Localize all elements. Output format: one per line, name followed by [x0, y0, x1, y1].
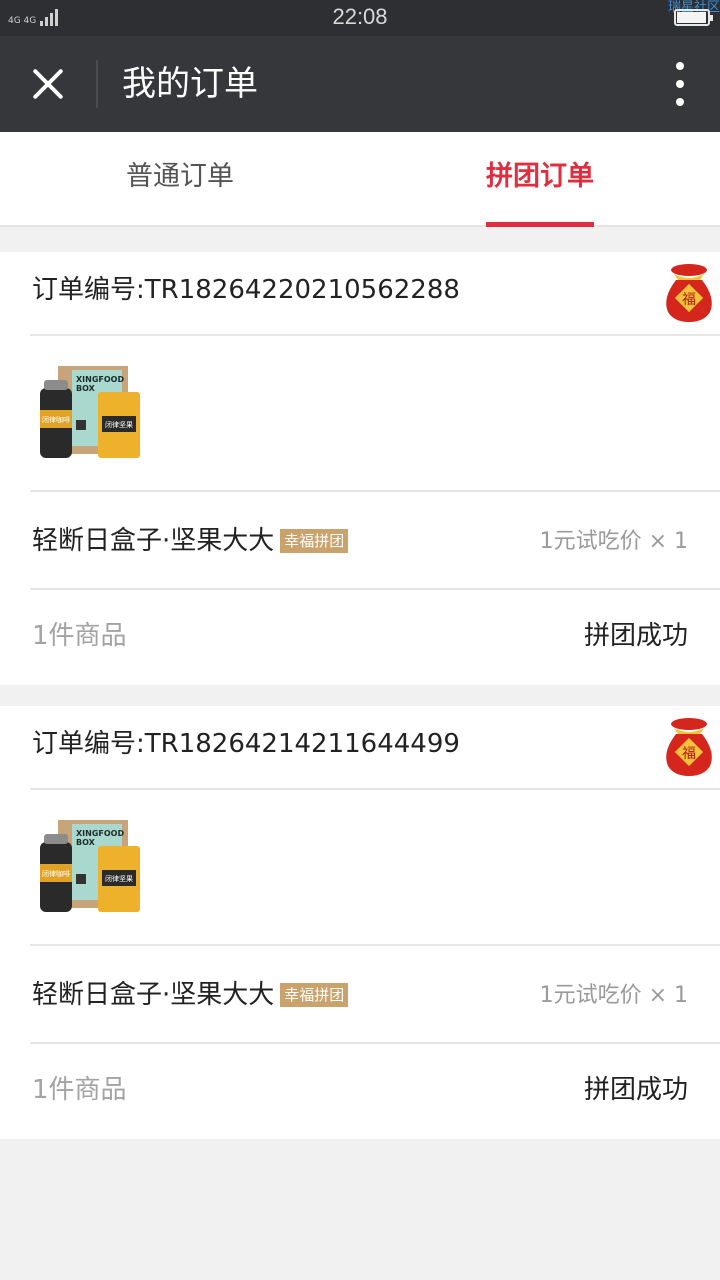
item-count: 1件商品 — [32, 621, 127, 651]
order-status: 拼团成功 — [583, 1075, 688, 1105]
product-name: 轻断日盒子·坚果大大 — [32, 526, 275, 556]
product-image[interactable]: XINGFOOD BOX 闭律咖啡 闭律坚果 — [36, 814, 152, 918]
order-number: TR18264214211644499 — [144, 729, 460, 759]
bottle-label: 闭律咖啡 — [42, 415, 70, 424]
order-tabs: 普通订单 拼团订单 — [0, 132, 720, 227]
order-header: 订单编号:TR18264214211644499 福 — [30, 706, 720, 790]
order-number-label: 订单编号: — [32, 729, 145, 759]
product-row[interactable]: 轻断日盒子·坚果大大 幸福拼团 1元试吃价 × 1 — [30, 492, 720, 590]
group-buy-tag: 幸福拼团 — [280, 529, 349, 553]
product-name: 轻断日盒子·坚果大大 — [32, 980, 275, 1010]
order-summary: 1件商品 拼团成功 — [30, 590, 720, 685]
box-brand-text: XINGFOOD — [76, 375, 124, 384]
tab-group-orders[interactable]: 拼团订单 — [360, 132, 720, 227]
battery-icon — [674, 9, 713, 26]
lucky-bag-icon: 福 — [666, 718, 712, 776]
product-image[interactable]: XINGFOOD BOX 闭律咖啡 闭律坚果 — [36, 360, 152, 464]
product-image-row: XINGFOOD BOX 闭律咖啡 闭律坚果 — [30, 790, 720, 946]
close-icon[interactable] — [22, 58, 74, 110]
svg-text:福: 福 — [682, 746, 696, 762]
product-name-wrap: 轻断日盒子·坚果大大 幸福拼团 — [32, 521, 349, 561]
product-price: 1元试吃价 × 1 — [539, 983, 688, 1008]
order-number-label: 订单编号: — [32, 275, 145, 305]
nav-divider — [96, 60, 98, 108]
lucky-bag-icon: 福 — [666, 264, 712, 322]
order-card[interactable]: 订单编号:TR18264220210562288 福 XINGFOOD BOX … — [0, 252, 720, 685]
group-buy-tag: 幸福拼团 — [280, 983, 349, 1007]
box-brand-text-2: BOX — [76, 838, 96, 847]
item-count: 1件商品 — [32, 1075, 127, 1105]
battery-level — [677, 12, 706, 23]
tab-group-orders-label: 拼团订单 — [486, 161, 594, 192]
more-icon[interactable] — [668, 62, 692, 106]
clock: 22:08 — [332, 4, 388, 29]
product-image-row: XINGFOOD BOX 闭律咖啡 闭律坚果 — [30, 336, 720, 492]
box-brand-text: XINGFOOD — [76, 829, 124, 838]
order-summary: 1件商品 拼团成功 — [30, 1044, 720, 1139]
active-tab-indicator — [486, 222, 594, 227]
svg-text:福: 福 — [682, 292, 696, 308]
product-row[interactable]: 轻断日盒子·坚果大大 幸福拼团 1元试吃价 × 1 — [30, 946, 720, 1044]
order-status: 拼团成功 — [583, 621, 688, 651]
tab-normal-orders[interactable]: 普通订单 — [0, 132, 360, 227]
order-card[interactable]: 订单编号:TR18264214211644499 福 XINGFOOD BOX … — [0, 706, 720, 1139]
status-bar: 4G 4G 22:08 瑞星社区 — [0, 0, 720, 36]
page-title: 我的订单 — [122, 64, 258, 104]
pouch-label: 闭律坚果 — [105, 874, 133, 883]
box-brand-text-2: BOX — [76, 384, 96, 393]
order-number: TR18264220210562288 — [144, 275, 460, 305]
pouch-label: 闭律坚果 — [105, 420, 133, 429]
nav-bar: 我的订单 — [0, 36, 720, 132]
order-header: 订单编号:TR18264220210562288 福 — [30, 252, 720, 336]
product-name-wrap: 轻断日盒子·坚果大大 幸福拼团 — [32, 975, 349, 1015]
product-price: 1元试吃价 × 1 — [539, 529, 688, 554]
bottle-label: 闭律咖啡 — [42, 869, 70, 878]
